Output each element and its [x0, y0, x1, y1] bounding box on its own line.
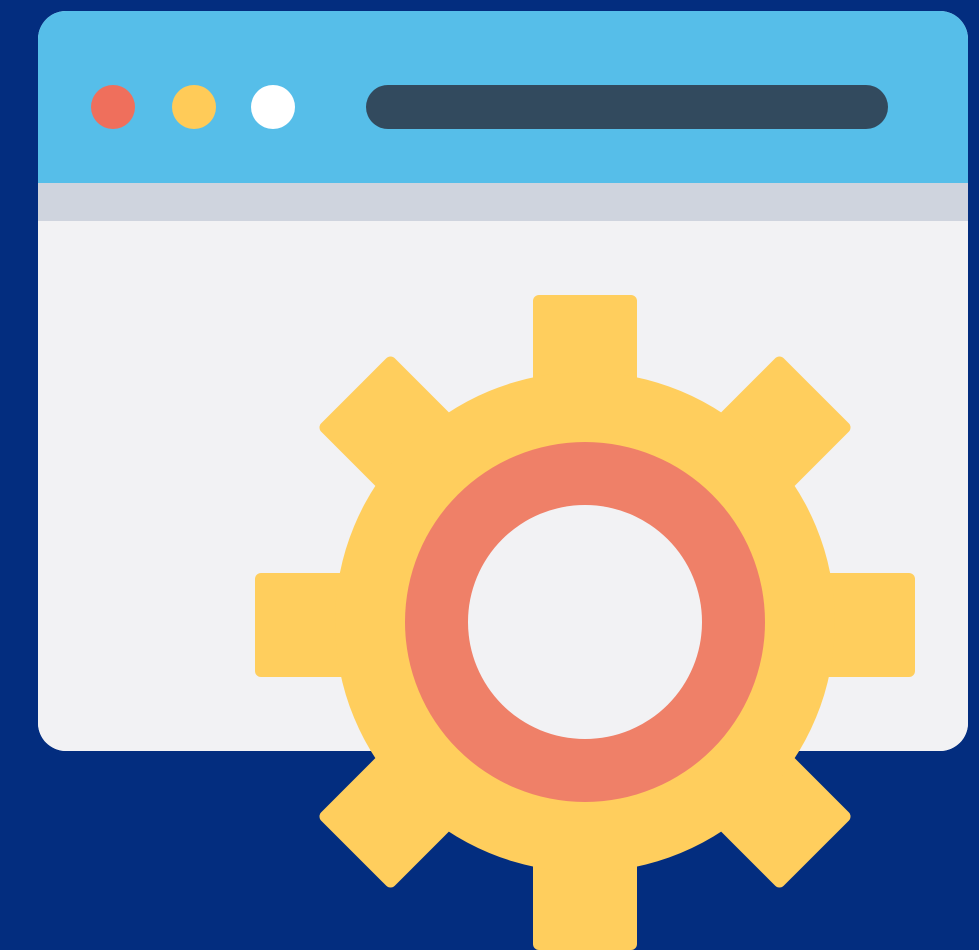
gear-center-hole [468, 505, 702, 739]
settings-gear-svg [255, 295, 915, 950]
window-title-bar [38, 11, 968, 183]
maximize-dot-icon[interactable] [251, 85, 295, 129]
illustration-canvas: { "scene": { "kind": "browser-settings-i… [0, 0, 979, 950]
minimize-dot-icon[interactable] [172, 85, 216, 129]
title-bar-divider [38, 183, 968, 221]
address-bar[interactable] [366, 85, 888, 129]
close-dot-icon[interactable] [91, 85, 135, 129]
settings-gear-icon [255, 295, 915, 950]
